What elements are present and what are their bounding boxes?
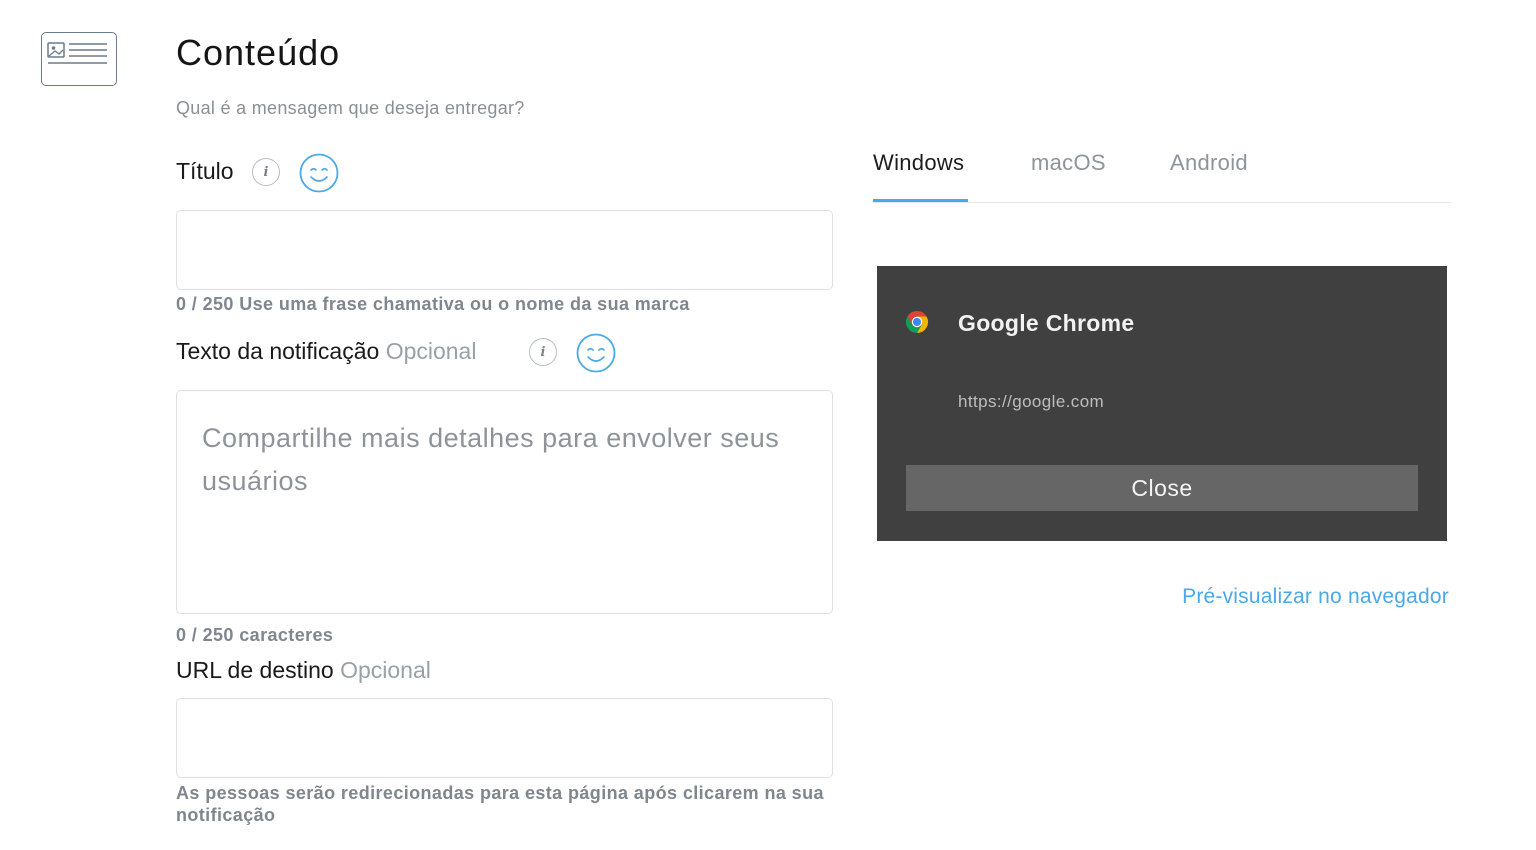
platform-tabs: Windows macOS Android — [873, 150, 1451, 203]
tab-macos[interactable]: macOS — [1031, 150, 1106, 202]
preview-in-browser-link[interactable]: Pré-visualizar no navegador — [1182, 585, 1449, 609]
chrome-logo-icon — [905, 310, 929, 334]
preview-url: https://google.com — [958, 392, 1105, 411]
notification-text-label-text: Texto da notificação — [176, 338, 380, 364]
notification-text-hint: 0 / 250 caracteres — [176, 625, 334, 645]
title-hint: 0 / 250 Use uma frase chamativa ou o nom… — [176, 294, 690, 314]
notification-text-emoji-icon[interactable] — [576, 333, 616, 373]
notification-text-info-icon[interactable]: i — [529, 338, 557, 366]
destination-url-label-text: URL de destino — [176, 657, 334, 683]
title-label-text: Título — [176, 158, 234, 184]
section-subtitle: Qual é a mensagem que deseja entregar? — [176, 98, 525, 118]
active-tab-indicator — [873, 199, 968, 202]
destination-url-label: URL de destino Opcional — [176, 657, 431, 684]
notification-preview: Google Chrome https://google.com Close — [877, 266, 1447, 541]
optional-tag: Opcional — [340, 657, 431, 683]
title-info-icon[interactable]: i — [252, 158, 280, 186]
section-title: Conteúdo — [176, 32, 341, 73]
title-emoji-icon[interactable] — [299, 153, 339, 193]
notification-text-label: Texto da notificação Opcional — [176, 338, 476, 365]
article-card-icon — [41, 32, 117, 86]
tab-windows[interactable]: Windows — [873, 150, 964, 202]
notification-text-input[interactable] — [176, 390, 833, 614]
title-label: Título — [176, 158, 234, 185]
preview-app-name: Google Chrome — [958, 310, 1135, 336]
title-input[interactable] — [176, 210, 833, 290]
optional-tag: Opcional — [385, 338, 477, 364]
tab-android[interactable]: Android — [1170, 150, 1248, 202]
destination-url-hint: As pessoas serão redirecionadas para est… — [176, 783, 824, 825]
preview-close-button[interactable]: Close — [906, 465, 1418, 511]
destination-url-input[interactable] — [176, 698, 833, 778]
